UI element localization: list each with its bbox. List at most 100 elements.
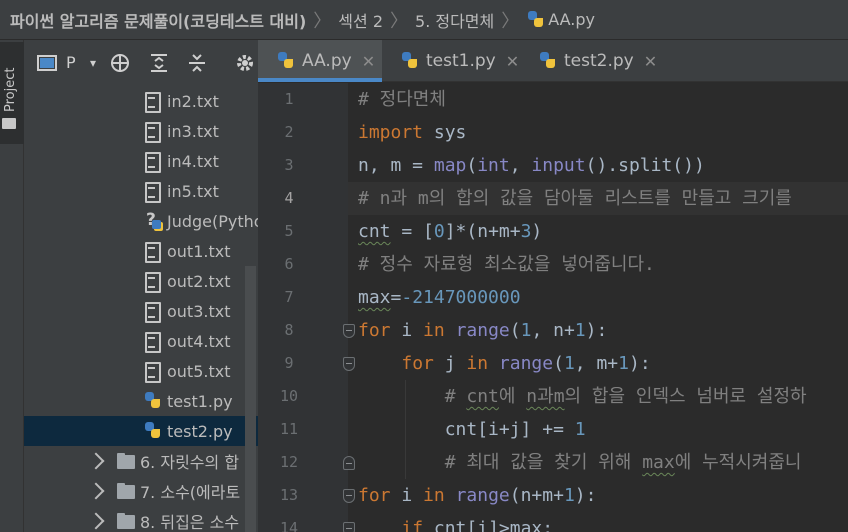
breadcrumb-section[interactable]: 섹션 2: [338, 8, 383, 32]
tab-label: test2.py: [564, 51, 634, 71]
project-view-icon[interactable]: [36, 52, 58, 74]
python-file-icon: [143, 391, 161, 411]
tree-item-label: out2.txt: [167, 271, 231, 291]
line-number: 12: [279, 453, 299, 471]
code-line: cnt = [0]*(n+m+3): [358, 221, 543, 242]
tree-item-label: in4.txt: [167, 151, 219, 171]
close-icon[interactable]: ✕: [506, 52, 519, 71]
code-line: n, m = map(int, input().split()): [358, 155, 705, 176]
tab-aa-py[interactable]: AA.py ✕: [258, 40, 382, 82]
close-icon[interactable]: ✕: [644, 52, 657, 71]
breadcrumb-project[interactable]: 파이썬 알고리즘 문제풀이(코딩테스트 대비): [10, 8, 306, 32]
fold-close-icon[interactable]: [343, 456, 355, 470]
folder-icon: [116, 481, 135, 501]
folder-icon: [116, 451, 135, 471]
fold-open-icon[interactable]: [343, 489, 355, 503]
code-line: # 정다면체: [358, 89, 446, 110]
line-number: 9: [284, 354, 294, 372]
code-line: # 정수 자료형 최소값을 넣어줍니다.: [358, 254, 655, 275]
breadcrumb-file[interactable]: AA.py: [548, 10, 595, 29]
gear-icon[interactable]: [234, 52, 256, 74]
line-number: 3: [284, 156, 294, 174]
tab-label: AA.py: [302, 51, 352, 71]
code-line: cnt[i+j] += 1: [358, 419, 586, 440]
tab-label: test1.py: [426, 51, 496, 71]
chevron-right-icon[interactable]: [87, 452, 105, 470]
tree-item-label: in3.txt: [167, 121, 219, 141]
tree-item-label: test2.py: [167, 421, 233, 441]
python-file-icon: [400, 51, 418, 71]
text-file-icon: [143, 151, 161, 173]
line-number: 14: [279, 519, 299, 532]
tree-item-label: 7. 소수(에라토: [140, 483, 241, 502]
fold-open-icon[interactable]: [343, 522, 355, 532]
chevron-right-icon[interactable]: [87, 482, 105, 500]
tree-item-label: Judge(Pytho: [167, 211, 258, 231]
tree-item-label: out1.txt: [167, 241, 231, 261]
code-editor[interactable]: 1 2 3 4 5 6 7 8 9 10 11 12 13 14 # 정다면체 …: [258, 83, 848, 532]
project-panel: P ▾ in2.txt in3.txt in4.txt in5.txt Judg…: [24, 40, 258, 532]
text-file-icon: [143, 331, 161, 353]
folder-icon: [2, 118, 16, 129]
tree-item-label: in5.txt: [167, 181, 219, 201]
tree-item-label: 6. 자릿수의 합: [140, 453, 240, 472]
line-number-current: 4: [284, 189, 294, 207]
expand-all-icon[interactable]: [148, 52, 170, 74]
tab-test1-py[interactable]: test1.py ✕: [382, 40, 520, 82]
tree-folder[interactable]: 8. 뒤집은 소수: [24, 506, 258, 532]
tree-folder[interactable]: 7. 소수(에라토: [24, 476, 258, 506]
text-file-icon: [143, 301, 161, 323]
tree-item[interactable]: in2.txt: [24, 86, 258, 116]
code-line: # cnt에 n과m의 합을 인덱스 넘버로 설정하: [358, 386, 807, 407]
tree-item-label: test1.py: [167, 391, 233, 411]
tab-test2-py[interactable]: test2.py ✕: [520, 40, 660, 82]
tree-item[interactable]: out1.txt: [24, 236, 258, 266]
line-number-gutter: 1 2 3 4 5 6 7 8 9 10 11 12 13 14: [258, 83, 355, 532]
editor-tab-bar: AA.py ✕ test1.py ✕ test2.py ✕: [258, 40, 848, 82]
tree-item[interactable]: out2.txt: [24, 266, 258, 296]
tree-item[interactable]: in3.txt: [24, 116, 258, 146]
chevron-right-icon[interactable]: [87, 512, 105, 530]
line-number: 10: [279, 387, 299, 405]
python-file-icon: [276, 51, 294, 71]
dropdown-arrow-icon[interactable]: ▾: [82, 52, 104, 74]
tree-item[interactable]: out3.txt: [24, 296, 258, 326]
code-line: for j in range(1, m+1):: [401, 353, 651, 374]
text-file-icon: [143, 91, 161, 113]
tree-scrollbar[interactable]: [245, 266, 256, 532]
tree-item[interactable]: in5.txt: [24, 176, 258, 206]
text-file-icon: [143, 121, 161, 143]
breadcrumb-folder[interactable]: 5. 정다면체: [415, 8, 494, 32]
tree-item-label: out5.txt: [167, 361, 231, 381]
text-file-icon: [143, 241, 161, 263]
line-number: 6: [284, 255, 294, 273]
tree-folder[interactable]: 6. 자릿수의 합: [24, 446, 258, 476]
text-file-icon: [143, 181, 161, 203]
python-file-icon: [143, 421, 161, 441]
chevron-right-icon: 〉: [501, 10, 520, 32]
fold-open-icon[interactable]: [343, 324, 355, 338]
tree-item[interactable]: in4.txt: [24, 146, 258, 176]
collapse-all-icon[interactable]: [186, 52, 208, 74]
tree-item[interactable]: out4.txt: [24, 326, 258, 356]
tree-item-selected[interactable]: test2.py: [24, 416, 258, 446]
line-number: 2: [284, 123, 294, 141]
code-line: max=-2147000000: [358, 287, 521, 308]
tree-item[interactable]: out5.txt: [24, 356, 258, 386]
tree-item[interactable]: Judge(Pytho: [24, 206, 258, 236]
tool-window-strip: Project: [0, 40, 24, 532]
project-view-dropdown[interactable]: P: [66, 53, 76, 72]
line-number: 11: [279, 420, 299, 438]
python-file-icon: [538, 51, 556, 71]
text-file-icon: [143, 271, 161, 293]
tree-item-label: out3.txt: [167, 301, 231, 321]
project-toolbar: P ▾: [24, 40, 258, 85]
tree-item[interactable]: test1.py: [24, 386, 258, 416]
line-number: 13: [279, 486, 299, 504]
code-line: for i in range(1, n+1):: [358, 320, 608, 341]
fold-open-icon[interactable]: [343, 357, 355, 371]
breadcrumb: 파이썬 알고리즘 문제풀이(코딩테스트 대비) 〉 섹션 2 〉 5. 정다면체…: [0, 0, 848, 40]
locate-icon[interactable]: [109, 52, 131, 74]
close-icon[interactable]: ✕: [362, 52, 375, 71]
judge-file-icon: [143, 210, 161, 231]
